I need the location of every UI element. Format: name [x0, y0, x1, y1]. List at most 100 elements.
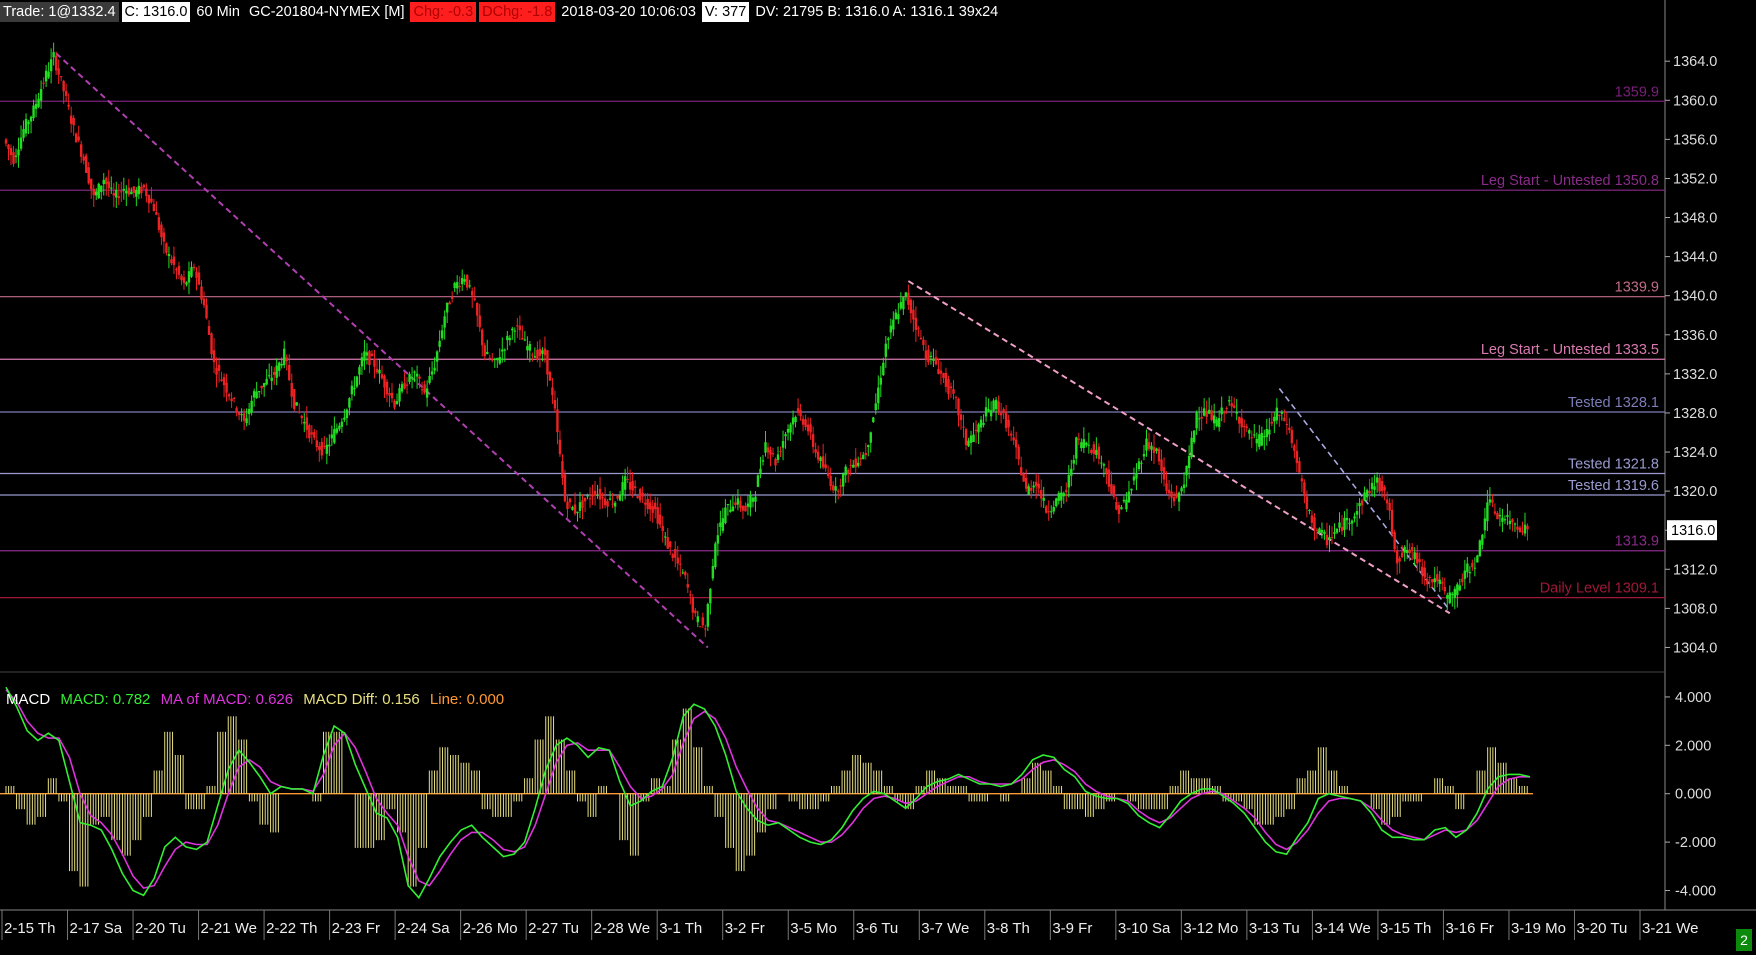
level-label: 1359.9: [1615, 84, 1659, 100]
candle-body: [836, 490, 840, 492]
candle-body: [1518, 527, 1522, 533]
candle-body: [420, 389, 424, 391]
candle-body: [340, 421, 344, 427]
candle-body: [97, 183, 100, 199]
time-tick-label: 2-21 We: [201, 920, 257, 937]
symbol-label[interactable]: GC-201804-NYMEX [M]: [246, 2, 408, 22]
candle-body: [769, 449, 772, 455]
price-tick-label: 1344.0: [1673, 250, 1717, 266]
volume-label: V: 377: [701, 2, 750, 22]
candle-body: [1355, 511, 1359, 515]
candle-body: [521, 337, 524, 340]
candle-body: [1112, 485, 1116, 497]
candle-body: [120, 191, 123, 193]
candle-body: [1308, 510, 1311, 512]
candle-body: [1365, 490, 1369, 498]
candle-body: [1055, 498, 1058, 507]
candle-body: [338, 425, 341, 430]
candle-body: [466, 274, 469, 288]
candle-body: [969, 435, 973, 443]
scroll-indicator[interactable]: 2: [1736, 929, 1752, 951]
candle-body: [1285, 423, 1289, 425]
candle-body: [959, 414, 963, 420]
candle-body: [1393, 532, 1396, 550]
candle-body: [676, 557, 679, 564]
candle-body: [360, 357, 364, 367]
candle-body: [1398, 558, 1401, 562]
candle-body: [167, 253, 171, 257]
last-price-label: 1316.0: [1671, 523, 1715, 539]
trend-line-down-2: [907, 280, 1451, 615]
candle-body: [538, 348, 542, 356]
candle-body: [944, 372, 948, 387]
candle-body: [491, 359, 494, 361]
candle-body: [882, 362, 885, 376]
candle-body: [952, 389, 955, 394]
candle-body: [453, 282, 456, 288]
candle-body: [623, 476, 627, 490]
candle-body: [190, 267, 193, 277]
candle-body: [781, 441, 785, 448]
daily-change-label: DChg: -1.8: [479, 2, 556, 22]
candle-body: [816, 451, 820, 460]
candle-body: [478, 315, 481, 328]
candle-body: [553, 400, 557, 409]
candle-body: [140, 186, 143, 194]
candle-body: [989, 410, 993, 417]
trend-lines: [55, 52, 1451, 649]
candle-body: [766, 447, 770, 453]
macd-value: MACD: 0.782: [60, 691, 151, 708]
candle-body: [1436, 574, 1439, 582]
macd-tick-label: 4.000: [1675, 690, 1711, 706]
candle-body: [303, 421, 306, 424]
price-axis[interactable]: 1364.0 1360.0 1356.0 1352.0 1348.0 1344.0 1340…: [1665, 54, 1717, 656]
candle-body: [1338, 522, 1341, 528]
candle-body: [1458, 585, 1462, 591]
candle-body: [857, 462, 860, 466]
candle-body: [1087, 444, 1091, 446]
candle-body: [1060, 492, 1063, 501]
candle-body: [1491, 499, 1494, 503]
candle-body: [423, 384, 426, 393]
candle-body: [335, 428, 339, 433]
candle-body: [52, 52, 55, 58]
candle-body: [368, 351, 371, 366]
price-tick-label: 1320.0: [1673, 484, 1717, 500]
candle-body: [937, 368, 940, 374]
candle-body: [1095, 449, 1098, 455]
candle-body: [14, 155, 18, 157]
candle-body: [699, 626, 702, 628]
candle-body: [85, 155, 88, 173]
candle-body: [1428, 576, 1431, 578]
candle-body: [350, 385, 354, 395]
close-label: C: 1316.0: [121, 2, 191, 22]
candle-body: [721, 518, 725, 531]
candle-body: [39, 89, 43, 101]
candle-body: [1035, 481, 1038, 487]
interval-label[interactable]: 60 Min: [193, 2, 243, 22]
candle-body: [1508, 520, 1512, 525]
candle-body: [796, 408, 800, 414]
candle-body: [1521, 531, 1524, 533]
chart-canvas[interactable]: 1359.9 Leg Start - Untested 1350.8 1339.9 L…: [0, 0, 1756, 955]
candle-body: [659, 514, 662, 525]
candle-body: [1523, 524, 1527, 534]
candle-body: [1388, 502, 1391, 511]
candle-body: [1263, 436, 1266, 438]
candle-body: [984, 407, 988, 417]
candle-body: [22, 129, 25, 138]
candle-body: [964, 429, 968, 446]
candle-body: [1358, 503, 1361, 507]
candle-body: [979, 419, 983, 428]
candle-body: [217, 364, 221, 371]
candle-body: [949, 386, 953, 389]
candle-body: [799, 409, 802, 417]
price-candles: [4, 42, 1529, 637]
candle-body: [187, 271, 191, 283]
candle-body: [1238, 416, 1241, 424]
candle-body: [1370, 482, 1374, 490]
candle-body: [1002, 409, 1005, 414]
candle-body: [1335, 528, 1339, 533]
candle-body: [586, 495, 589, 497]
candle-body: [273, 372, 276, 375]
